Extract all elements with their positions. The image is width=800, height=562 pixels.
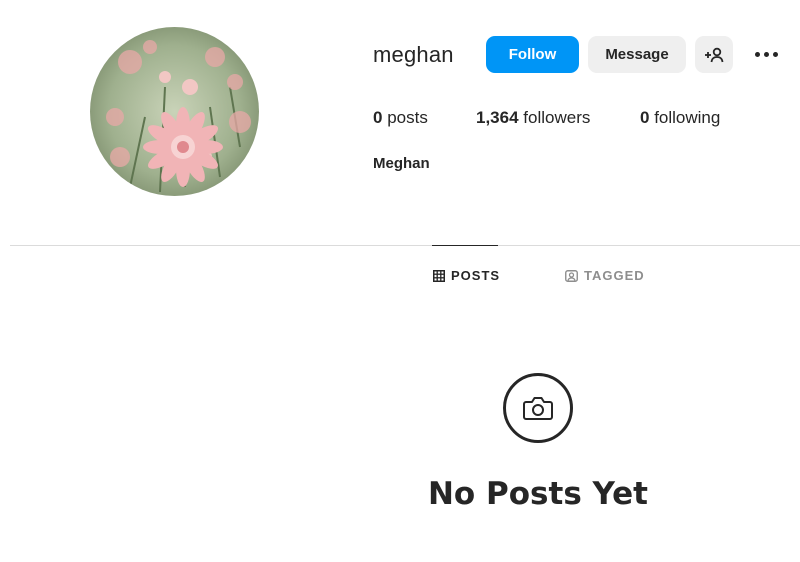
profile-full-name: Meghan [373,155,430,172]
follow-button[interactable]: Follow [486,36,579,73]
tab-posts[interactable]: POSTS [433,268,500,283]
grid-icon [433,269,445,282]
profile-avatar[interactable] [90,27,259,196]
tab-posts-label: POSTS [451,268,501,283]
active-tab-indicator [432,245,498,246]
following-stat[interactable]: 0 following [640,108,720,128]
tab-tagged[interactable]: TAGGED [565,268,645,283]
suggest-user-button[interactable] [695,36,733,73]
tabs-divider [10,245,800,246]
empty-state-title: No Posts Yet [427,476,649,512]
tag-person-icon [565,269,578,282]
empty-state-badge [503,373,573,443]
posts-label: posts [382,108,428,127]
camera-icon [523,397,553,420]
more-icon [754,51,760,57]
followers-count: 1,364 [476,108,519,127]
flower-photo [90,27,259,196]
add-user-icon [705,47,724,62]
profile-username: meghan [373,42,454,67]
following-label: following [649,108,721,127]
posts-stat: 0 posts [373,108,428,128]
tab-tagged-label: TAGGED [584,268,645,283]
message-button[interactable]: Message [588,36,686,73]
followers-stat[interactable]: 1,364 followers [476,108,590,128]
more-options-button[interactable] [752,42,780,66]
followers-label: followers [518,108,591,127]
